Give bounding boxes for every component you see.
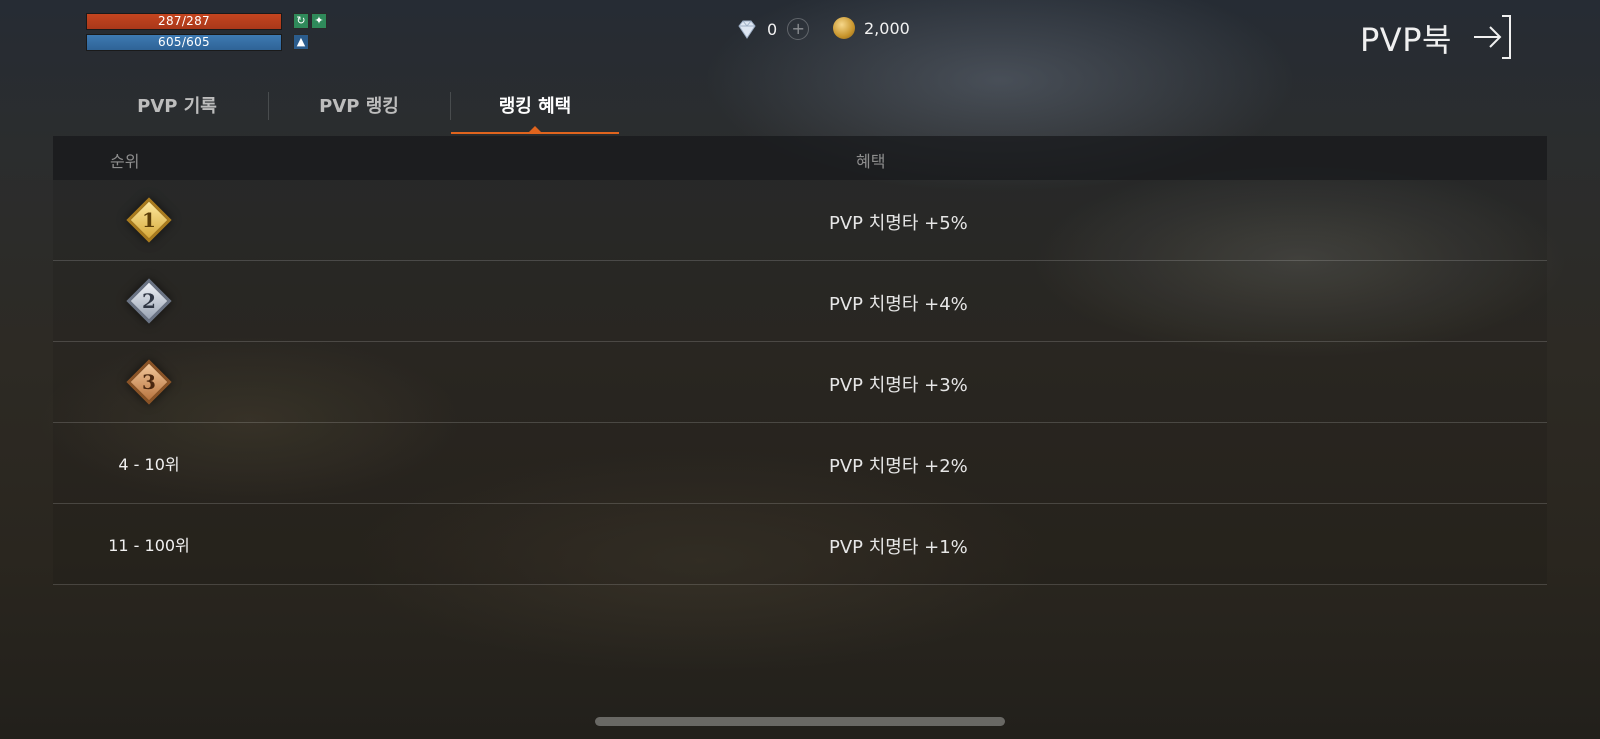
home-indicator[interactable] [595, 717, 1005, 726]
table-row: 4 - 10위 PVP 치명타 +2% [53, 423, 1547, 504]
benefit-text: PVP 치명타 +5% [829, 213, 968, 234]
rank-cell: 1 [93, 180, 205, 260]
diamond-icon [738, 20, 756, 39]
table-header: 순위 혜택 [53, 136, 1547, 180]
benefit-text: PVP 치명타 +1% [829, 537, 968, 558]
benefit-text: PVP 치명타 +4% [829, 294, 968, 315]
silver-medal-icon: 2 [122, 274, 176, 328]
rank-range: 4 - 10위 [118, 455, 180, 474]
add-gem-plus-icon[interactable]: + [787, 18, 810, 40]
rank-cell: 11 - 100위 [93, 504, 205, 584]
gold-currency: 2,000 [833, 17, 910, 39]
table-row: 3 PVP 치명타 +3% [53, 342, 1547, 423]
rank-number: 1 [142, 208, 156, 232]
buff-icon[interactable]: ▲ [293, 34, 309, 50]
benefit-column-header: 혜택 [856, 152, 886, 171]
rank-cell: 3 [93, 342, 205, 422]
gold-count: 2,000 [864, 18, 910, 38]
active-tab-marker [529, 126, 541, 132]
table-row: 2 PVP 치명타 +4% [53, 261, 1547, 342]
buff-icon[interactable]: ✦ [311, 13, 327, 29]
mp-bar: 605/605 [86, 34, 282, 51]
tab-pvp-record[interactable]: PVP 기록 [118, 92, 236, 134]
rank-range: 11 - 100위 [108, 536, 190, 555]
bronze-medal-icon: 3 [122, 355, 176, 409]
table-row: 11 - 100위 PVP 치명타 +1% [53, 504, 1547, 585]
rank-number: 2 [142, 289, 156, 313]
gold-medal-icon: 1 [122, 193, 176, 247]
tab-divider [268, 92, 269, 120]
buff-icon[interactable]: ↻ [293, 13, 309, 29]
gem-currency: 0 + [735, 17, 810, 41]
benefit-text: PVP 치명타 +3% [829, 375, 968, 396]
tab-pvp-ranking[interactable]: PVP 랭킹 [300, 92, 418, 134]
exit-arrow-icon[interactable] [1472, 14, 1512, 60]
hp-bar: 287/287 [86, 13, 282, 30]
rank-cell: 4 - 10위 [93, 423, 205, 503]
rank-number: 3 [142, 370, 156, 394]
gold-coin-icon [833, 17, 855, 39]
page-title: PVP북 [1360, 21, 1452, 59]
rank-cell: 2 [93, 261, 205, 341]
benefit-text: PVP 치명타 +2% [829, 456, 968, 477]
active-tab-underline [451, 132, 619, 134]
table-row: 1 PVP 치명타 +5% [53, 180, 1547, 261]
rank-column-header: 순위 [110, 152, 140, 171]
gem-count: 0 [767, 19, 778, 39]
ranking-benefits-table: 순위 혜택 1 PVP 치명타 +5% 2 PVP 치명타 +4% 3 PVP … [53, 136, 1547, 585]
